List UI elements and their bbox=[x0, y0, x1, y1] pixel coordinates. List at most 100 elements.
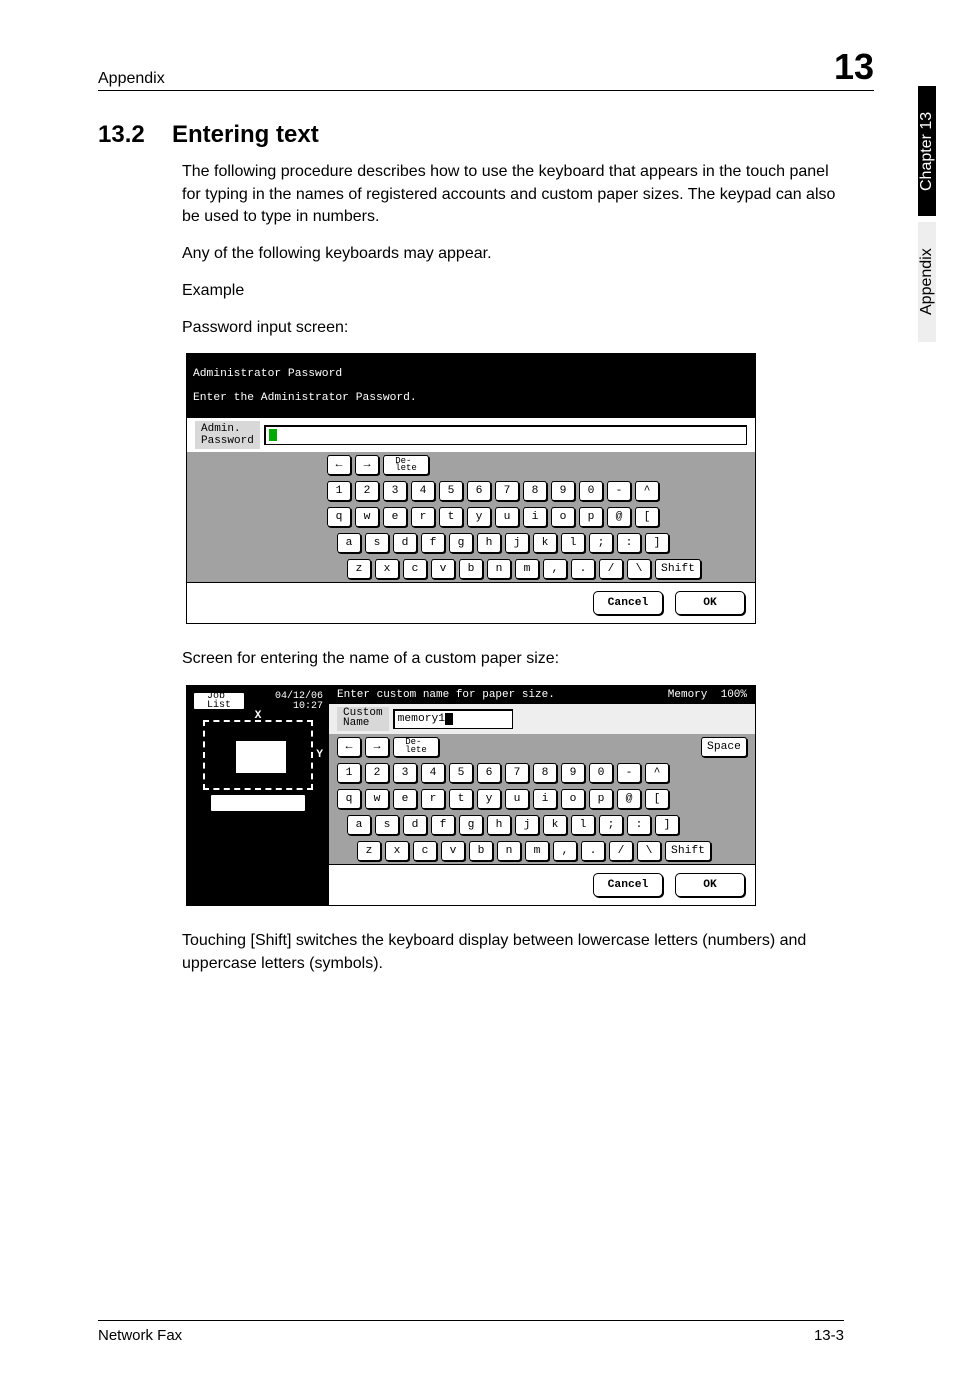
key-4[interactable]: 4 bbox=[411, 481, 435, 501]
arrow-right-key[interactable]: → bbox=[365, 737, 389, 757]
key-i[interactable]: i bbox=[533, 789, 557, 809]
key-/[interactable]: / bbox=[609, 841, 633, 861]
key-k[interactable]: k bbox=[543, 815, 567, 835]
key-\[interactable]: \ bbox=[637, 841, 661, 861]
key-8[interactable]: 8 bbox=[523, 481, 547, 501]
key-d[interactable]: d bbox=[403, 815, 427, 835]
key-a[interactable]: a bbox=[337, 533, 361, 553]
key-0[interactable]: 0 bbox=[579, 481, 603, 501]
key-1[interactable]: 1 bbox=[337, 763, 361, 783]
key-t[interactable]: t bbox=[449, 789, 473, 809]
key-;[interactable]: ; bbox=[599, 815, 623, 835]
key-^[interactable]: ^ bbox=[645, 763, 669, 783]
key-[[interactable]: [ bbox=[635, 507, 659, 527]
key-\[interactable]: \ bbox=[627, 559, 651, 579]
cancel-button[interactable]: Cancel bbox=[593, 591, 663, 615]
admin-password-input[interactable] bbox=[264, 425, 747, 445]
key-m[interactable]: m bbox=[515, 559, 539, 579]
key-:[interactable]: : bbox=[627, 815, 651, 835]
key-j[interactable]: j bbox=[505, 533, 529, 553]
key-8[interactable]: 8 bbox=[533, 763, 557, 783]
key-i[interactable]: i bbox=[523, 507, 547, 527]
key-.[interactable]: . bbox=[571, 559, 595, 579]
key-;[interactable]: ; bbox=[589, 533, 613, 553]
key--[interactable]: - bbox=[607, 481, 631, 501]
key-r[interactable]: r bbox=[421, 789, 445, 809]
key-l[interactable]: l bbox=[571, 815, 595, 835]
key-q[interactable]: q bbox=[337, 789, 361, 809]
key-][interactable]: ] bbox=[645, 533, 669, 553]
cancel-button[interactable]: Cancel bbox=[593, 873, 663, 897]
key-[[interactable]: [ bbox=[645, 789, 669, 809]
key-6[interactable]: 6 bbox=[467, 481, 491, 501]
arrow-right-key[interactable]: → bbox=[355, 455, 379, 475]
key-j[interactable]: j bbox=[515, 815, 539, 835]
key-y[interactable]: y bbox=[477, 789, 501, 809]
key-k[interactable]: k bbox=[533, 533, 557, 553]
key-o[interactable]: o bbox=[551, 507, 575, 527]
shift-key[interactable]: Shift bbox=[655, 559, 701, 579]
key-5[interactable]: 5 bbox=[439, 481, 463, 501]
key-9[interactable]: 9 bbox=[561, 763, 585, 783]
key-][interactable]: ] bbox=[655, 815, 679, 835]
key-s[interactable]: s bbox=[365, 533, 389, 553]
key-w[interactable]: w bbox=[365, 789, 389, 809]
key-h[interactable]: h bbox=[477, 533, 501, 553]
key-y[interactable]: y bbox=[467, 507, 491, 527]
key-x[interactable]: x bbox=[385, 841, 409, 861]
key-@[interactable]: @ bbox=[617, 789, 641, 809]
delete-key[interactable]: De- lete bbox=[393, 737, 439, 757]
key-^[interactable]: ^ bbox=[635, 481, 659, 501]
key-f[interactable]: f bbox=[431, 815, 455, 835]
key-m[interactable]: m bbox=[525, 841, 549, 861]
key-z[interactable]: z bbox=[347, 559, 371, 579]
key-d[interactable]: d bbox=[393, 533, 417, 553]
key-5[interactable]: 5 bbox=[449, 763, 473, 783]
key-u[interactable]: u bbox=[505, 789, 529, 809]
key-7[interactable]: 7 bbox=[505, 763, 529, 783]
key-b[interactable]: b bbox=[459, 559, 483, 579]
key-3[interactable]: 3 bbox=[393, 763, 417, 783]
key-,[interactable]: , bbox=[543, 559, 567, 579]
key-e[interactable]: e bbox=[383, 507, 407, 527]
key-g[interactable]: g bbox=[449, 533, 473, 553]
key-2[interactable]: 2 bbox=[365, 763, 389, 783]
custom-name-input[interactable]: memory1 bbox=[393, 709, 513, 729]
key-q[interactable]: q bbox=[327, 507, 351, 527]
key-6[interactable]: 6 bbox=[477, 763, 501, 783]
shift-key[interactable]: Shift bbox=[665, 841, 711, 861]
key-g[interactable]: g bbox=[459, 815, 483, 835]
key-c[interactable]: c bbox=[403, 559, 427, 579]
key-n[interactable]: n bbox=[487, 559, 511, 579]
space-key[interactable]: Space bbox=[701, 737, 747, 757]
key-,[interactable]: , bbox=[553, 841, 577, 861]
key-v[interactable]: v bbox=[431, 559, 455, 579]
key-x[interactable]: x bbox=[375, 559, 399, 579]
key-s[interactable]: s bbox=[375, 815, 399, 835]
key-.[interactable]: . bbox=[581, 841, 605, 861]
key-e[interactable]: e bbox=[393, 789, 417, 809]
key-o[interactable]: o bbox=[561, 789, 585, 809]
arrow-left-key[interactable]: ← bbox=[327, 455, 351, 475]
key-a[interactable]: a bbox=[347, 815, 371, 835]
key-u[interactable]: u bbox=[495, 507, 519, 527]
key-@[interactable]: @ bbox=[607, 507, 631, 527]
key-v[interactable]: v bbox=[441, 841, 465, 861]
key-/[interactable]: / bbox=[599, 559, 623, 579]
delete-key[interactable]: De- lete bbox=[383, 455, 429, 475]
key-b[interactable]: b bbox=[469, 841, 493, 861]
key-3[interactable]: 3 bbox=[383, 481, 407, 501]
key-1[interactable]: 1 bbox=[327, 481, 351, 501]
arrow-left-key[interactable]: ← bbox=[337, 737, 361, 757]
key-t[interactable]: t bbox=[439, 507, 463, 527]
key-:[interactable]: : bbox=[617, 533, 641, 553]
job-list-button[interactable]: Job List bbox=[193, 692, 245, 710]
key--[interactable]: - bbox=[617, 763, 641, 783]
key-h[interactable]: h bbox=[487, 815, 511, 835]
key-2[interactable]: 2 bbox=[355, 481, 379, 501]
key-0[interactable]: 0 bbox=[589, 763, 613, 783]
key-p[interactable]: p bbox=[589, 789, 613, 809]
key-z[interactable]: z bbox=[357, 841, 381, 861]
ok-button[interactable]: OK bbox=[675, 873, 745, 897]
key-f[interactable]: f bbox=[421, 533, 445, 553]
